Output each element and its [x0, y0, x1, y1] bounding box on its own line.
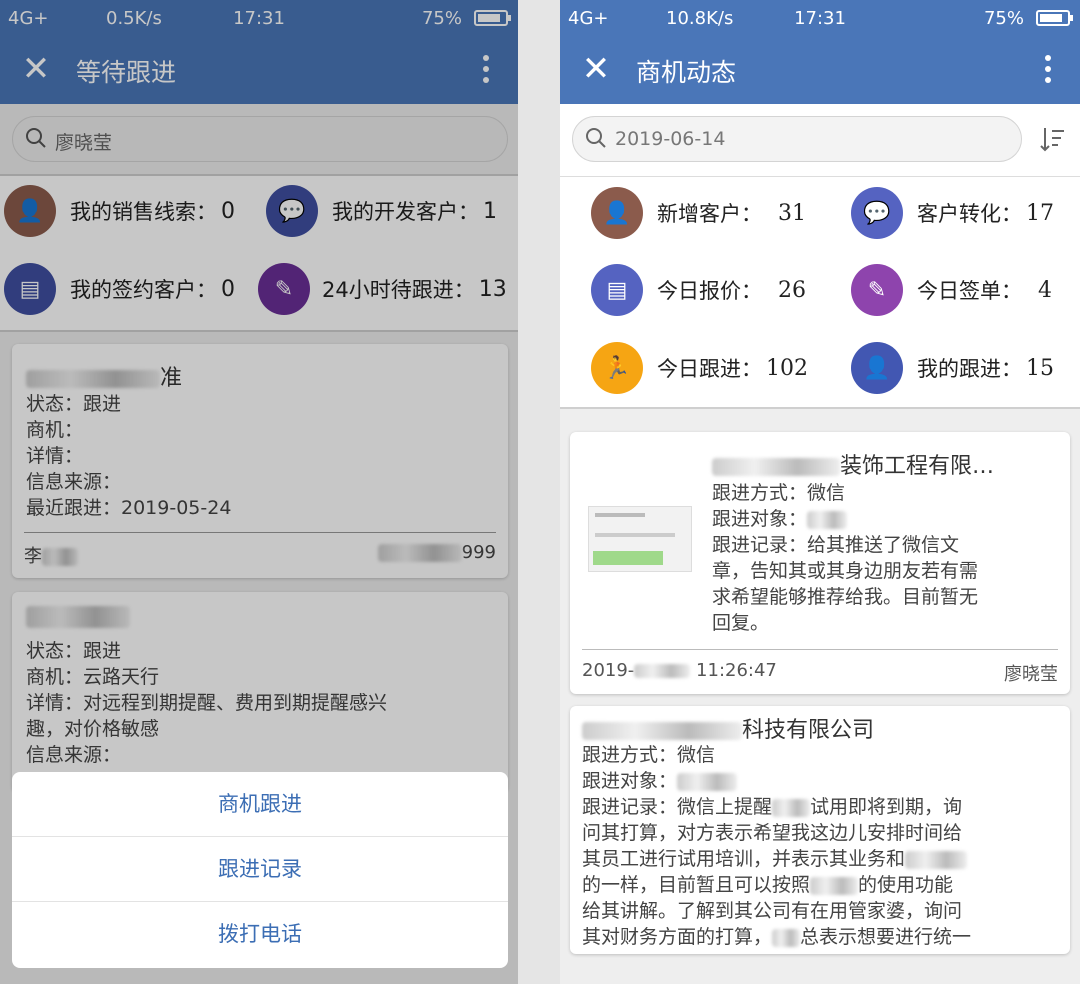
followup-method: 跟进方式：微信: [582, 744, 716, 766]
stat-label: 我的跟进：: [917, 357, 1022, 381]
left-phone-screen: 4G+ 0.5K/s 17:31 75% ✕ 等待跟进 廖晓莹 👤 我的销售线索…: [0, 0, 518, 984]
followup-record-cont: 其员工进行试用培训，并表示其业务和: [582, 846, 971, 872]
activity-card[interactable]: 科技有限公司 跟进方式：微信 跟进对象： 跟进记录：微信上提醒 试用即将到期，询 …: [570, 706, 1070, 954]
followup-record-cont: 章，告知其或其身边朋友若有需: [712, 560, 979, 582]
card-details: 跟进方式：微信 跟进对象： 跟进记录：微信上提醒 试用即将到期，询 问其打算，对方…: [582, 742, 971, 950]
stat-my-followup[interactable]: 👤 我的跟进： 15: [851, 342, 1054, 394]
company-name: 装饰工程有限…: [712, 448, 994, 480]
followup-record-option[interactable]: 跟进记录: [12, 837, 508, 902]
app-bar: ✕ 商机动态: [560, 36, 1080, 104]
edit-icon: ✎: [851, 264, 903, 316]
person-icon: 👤: [851, 342, 903, 394]
search-value: 2019-06-14: [615, 128, 726, 150]
company-name: 科技有限公司: [582, 712, 874, 744]
page-title: 商机动态: [636, 58, 737, 87]
followup-datetime: 2019- 11:26:47: [582, 660, 777, 681]
action-sheet: 商机跟进 跟进记录 拨打电话: [12, 772, 508, 968]
opportunity-followup-option[interactable]: 商机跟进: [12, 772, 508, 837]
followup-record-cont: 其对财务方面的打算， 总表示想要进行统一: [582, 926, 972, 948]
stat-value: 102: [766, 355, 808, 381]
more-menu-button[interactable]: [1036, 50, 1060, 90]
followup-method: 跟进方式：微信: [712, 482, 846, 504]
stat-value: 15: [1026, 355, 1054, 381]
runner-icon: 🏃: [591, 342, 643, 394]
user-icon: 👤: [591, 187, 643, 239]
battery-icon: [1036, 10, 1073, 26]
search-input[interactable]: 2019-06-14: [572, 116, 1022, 162]
followup-record: 跟进记录：微信上提醒 试用即将到期，询: [582, 796, 963, 818]
chat-icon: 💬: [851, 187, 903, 239]
followup-author: 廖晓莹: [1004, 664, 1058, 685]
stat-label: 客户转化：: [917, 202, 1022, 226]
battery-percent: 75%: [983, 8, 1024, 29]
stats-panel: 👤 新增客户： 31 💬 客户转化： 17 ▤ 今日报价： 26 ✎ 今日签单：…: [560, 177, 1080, 407]
close-button[interactable]: ✕: [578, 52, 614, 88]
search-icon: [586, 128, 606, 148]
screenshot-thumbnail[interactable]: [588, 506, 692, 572]
right-phone-screen: 4G+ 10.8K/s 17:31 75% ✕ 商机动态 2019-06-14 …: [560, 0, 1080, 984]
stat-value: 17: [1026, 200, 1054, 226]
activity-card[interactable]: 装饰工程有限… 跟进方式：微信 跟进对象： 跟进记录：给其推送了微信文 章，告知…: [570, 432, 1070, 694]
followup-target: 跟进对象：: [582, 768, 971, 794]
followup-record-cont: 问其打算，对方表示希望我这边儿安排时间给: [582, 822, 963, 844]
search-area: 2019-06-14: [560, 104, 1080, 176]
stat-value: 26: [778, 277, 806, 303]
sort-icon[interactable]: [1038, 126, 1066, 152]
stat-today-signed[interactable]: ✎ 今日签单： 4: [851, 264, 1052, 316]
stat-today-followup[interactable]: 🏃 今日跟进： 102: [591, 342, 808, 394]
followup-record-cont: 求希望能够推荐给我。目前暂无: [712, 586, 979, 608]
followup-record-cont: 的一样，目前暂且可以按照 的使用功能: [582, 874, 954, 896]
status-bar: 4G+ 10.8K/s 17:31 75%: [560, 0, 1080, 36]
followup-target: 跟进对象：: [712, 506, 978, 532]
call-phone-option[interactable]: 拨打电话: [12, 902, 508, 967]
stat-new-customers[interactable]: 👤 新增客户： 31: [591, 187, 806, 239]
stat-value: 31: [778, 200, 806, 226]
followup-record-cont: 给其讲解。了解到其公司有在用管家婆，询问: [582, 900, 963, 922]
card-details: 跟进方式：微信 跟进对象： 跟进记录：给其推送了微信文 章，告知其或其身边朋友若…: [712, 480, 978, 636]
stat-label: 今日报价：: [657, 279, 762, 303]
stat-label: 今日签单：: [917, 279, 1022, 303]
followup-record-cont: 回复。: [712, 612, 770, 634]
stat-value: 4: [1038, 277, 1052, 303]
stat-today-quote[interactable]: ▤ 今日报价： 26: [591, 264, 806, 316]
document-icon: ▤: [591, 264, 643, 316]
stat-label: 今日跟进：: [657, 357, 762, 381]
stat-conversion[interactable]: 💬 客户转化： 17: [851, 187, 1054, 239]
stat-label: 新增客户：: [657, 202, 762, 226]
followup-record: 跟进记录：给其推送了微信文: [712, 534, 960, 556]
